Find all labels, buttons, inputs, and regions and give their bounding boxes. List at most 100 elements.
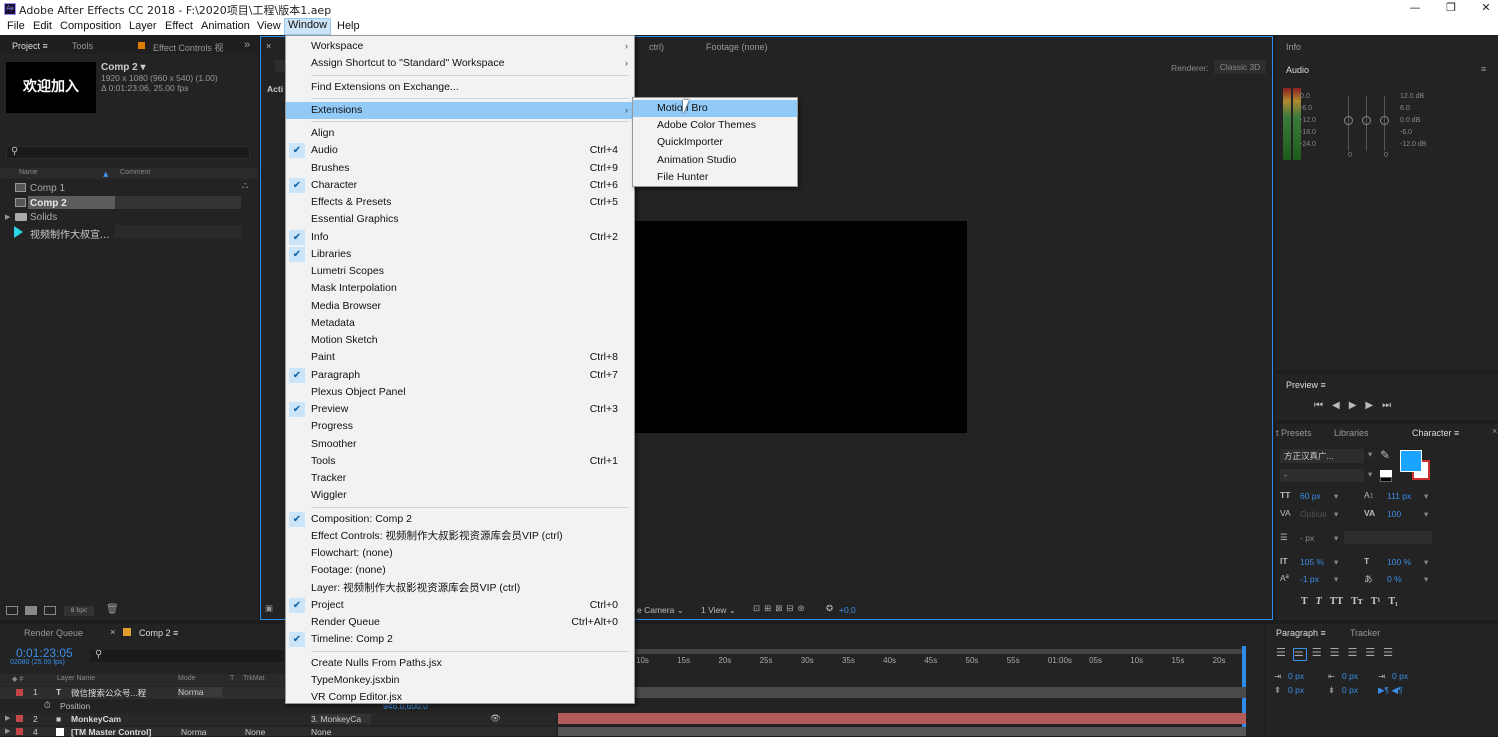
menu-window[interactable]: Window — [284, 18, 332, 35]
layer-label-color[interactable] — [16, 689, 23, 696]
font-style-dropdown[interactable]: - — [1280, 469, 1364, 482]
font-size-value[interactable]: 60 px — [1300, 491, 1321, 501]
stroke-type-dropdown[interactable] — [1344, 531, 1432, 544]
bit-depth-button[interactable]: 8 bpc — [64, 606, 94, 616]
layer-duration-bar[interactable] — [558, 687, 1246, 698]
window-menu-item-paragraph[interactable]: ✔ Paragraph Ctrl+7 — [286, 367, 634, 384]
window-menu-item-mask-interpolation[interactable]: Mask Interpolation — [286, 280, 634, 297]
window-menu-item-typemonkey-jsxbin[interactable]: TypeMonkey.jsxbin — [286, 672, 634, 689]
window-menu-item-footage-none[interactable]: Footage: (none) — [286, 562, 634, 579]
expand-arrow-icon[interactable]: ▶ — [5, 714, 10, 722]
menu-edit[interactable]: Edit — [30, 19, 55, 34]
menu-composition[interactable]: Composition — [57, 19, 124, 34]
menu-view[interactable]: View — [254, 19, 284, 34]
exposure-value[interactable]: +0.0 — [839, 605, 856, 615]
parent-dropdown[interactable]: 3. MonkeyCa — [311, 714, 371, 724]
audio-slider-knob[interactable] — [1344, 116, 1353, 125]
black-swatch[interactable] — [1380, 477, 1392, 482]
window-menu-item-tracker[interactable]: Tracker — [286, 470, 634, 487]
project-item-solids[interactable]: Solids — [30, 212, 57, 223]
window-menu-item-plexus-object-panel[interactable]: Plexus Object Panel — [286, 384, 634, 401]
eyedropper-icon[interactable]: ✎ — [1380, 448, 1390, 462]
tab-project[interactable]: Project ≡ — [12, 41, 48, 51]
audio-slider-knob[interactable] — [1362, 116, 1371, 125]
stopwatch-icon[interactable]: ⏱ — [44, 700, 51, 711]
window-menu-item-timeline-comp-2[interactable]: ✔ Timeline: Comp 2 — [286, 631, 634, 648]
renderer-dropdown[interactable]: Classic 3D — [1214, 60, 1266, 74]
window-menu-item-tools[interactable]: Tools Ctrl+1 — [286, 453, 634, 470]
camera-dropdown[interactable]: e Camera ⌄ — [637, 605, 684, 616]
close-tab-icon[interactable]: × — [266, 41, 271, 51]
extension-item-motion-bro[interactable]: Motion Bro — [633, 100, 797, 117]
window-menu-item-preview[interactable]: ✔ Preview Ctrl+3 — [286, 401, 634, 418]
tab-audio[interactable]: Audio — [1286, 65, 1309, 75]
tab-tracker[interactable]: Tracker — [1350, 628, 1380, 638]
playback-controls[interactable]: ⏮◀▶▶⏭ — [1314, 400, 1400, 411]
window-menu-item-effects-presets[interactable]: Effects & Presets Ctrl+5 — [286, 194, 634, 211]
dropdown-arrow-icon[interactable]: ▾ — [1334, 509, 1338, 520]
layer-name[interactable]: 微信搜索公众号...程 — [71, 687, 146, 699]
window-menu-item-metadata[interactable]: Metadata — [286, 315, 634, 332]
window-menu-item-audio[interactable]: ✔ Audio Ctrl+4 — [286, 142, 634, 159]
window-menu-item-media-browser[interactable]: Media Browser — [286, 298, 634, 315]
tab-render-queue[interactable]: Render Queue — [24, 628, 83, 638]
baseline-shift-value[interactable]: -1 px — [1300, 574, 1319, 584]
window-menu-item-paint[interactable]: Paint Ctrl+8 — [286, 349, 634, 366]
timecode-display[interactable]: 0:01:23:05 — [16, 646, 73, 660]
tab-character[interactable]: Character ≡ — [1412, 428, 1459, 438]
column-comment[interactable]: Comment — [120, 169, 150, 176]
space-before-value[interactable]: 0 px — [1288, 685, 1304, 695]
dropdown-arrow-icon[interactable]: ▾ — [1424, 574, 1428, 585]
layer-duration-bar[interactable] — [558, 713, 1246, 724]
dropdown-arrow-icon[interactable]: ▾ — [1334, 491, 1338, 502]
close-button[interactable]: ✕ — [1476, 1, 1496, 17]
window-menu-item-lumetri-scopes[interactable]: Lumetri Scopes — [286, 263, 634, 280]
close-tab-icon[interactable]: × — [110, 627, 115, 637]
window-menu-item-layer-vip-ctrl[interactable]: Layer: 视频制作大叔影视资源库会员VIP (ctrl) — [286, 580, 634, 597]
menu-file[interactable]: File — [4, 19, 28, 34]
snapshot-icon[interactable]: ▣ — [265, 603, 273, 614]
window-menu-item-info[interactable]: ✔ Info Ctrl+2 — [286, 229, 634, 246]
window-menu-item-find-extensions-on-exchange[interactable]: Find Extensions on Exchange... — [286, 79, 634, 96]
audio-slider-knob[interactable] — [1380, 116, 1389, 125]
timeline-search-input[interactable] — [90, 650, 284, 662]
window-menu-item-vr-comp-editor-jsx[interactable]: VR Comp Editor.jsx — [286, 689, 634, 706]
leading-value[interactable]: 111 px — [1387, 491, 1411, 501]
window-menu-item-assign-shortcut-to-standard-workspace[interactable]: Assign Shortcut to "Standard" Workspace › — [286, 55, 634, 72]
layer-mode-dropdown[interactable]: Norma — [178, 687, 222, 697]
work-area-bar[interactable] — [560, 649, 1244, 654]
visibility-eye-icon[interactable]: 👁 — [490, 713, 501, 724]
panel-overflow-icon[interactable]: » — [244, 39, 250, 51]
text-direction-icons[interactable]: ▶¶ ◀¶ — [1378, 685, 1403, 696]
comp-info-name[interactable]: Comp 2 ▾ — [101, 62, 145, 73]
composition-canvas[interactable] — [634, 221, 967, 433]
kerning-value[interactable]: Optical — [1300, 509, 1326, 519]
window-menu-item-character[interactable]: ✔ Character Ctrl+6 — [286, 177, 634, 194]
tab-paragraph[interactable]: Paragraph ≡ — [1276, 628, 1326, 638]
window-menu-item-render-queue[interactable]: Render Queue Ctrl+Alt+0 — [286, 614, 634, 631]
window-menu-item-project[interactable]: ✔ Project Ctrl+0 — [286, 597, 634, 614]
column-layer-name[interactable]: Layer Name — [57, 675, 95, 682]
flowchart-icon[interactable]: ⛬ — [242, 181, 248, 191]
tab-preview[interactable]: Preview ≡ — [1286, 380, 1326, 390]
font-dropdown-arrow-icon[interactable]: ▾ — [1368, 449, 1372, 460]
stroke-width-value[interactable]: - px — [1300, 533, 1314, 543]
dropdown-arrow-icon[interactable]: ▾ — [1424, 509, 1428, 520]
exposure-icon[interactable]: ✪ — [826, 603, 833, 614]
space-after-value[interactable]: 0 px — [1342, 685, 1358, 695]
column-name[interactable]: Name — [19, 169, 38, 176]
layer-label-color[interactable] — [16, 728, 23, 735]
window-menu-item-workspace[interactable]: Workspace › — [286, 38, 634, 55]
vertical-scale-value[interactable]: 105 % — [1300, 557, 1324, 567]
tab-comp-2[interactable]: Comp 2 ≡ — [139, 628, 178, 638]
window-menu-item-progress[interactable]: Progress — [286, 418, 634, 435]
viewer-toggle-icons[interactable]: ⊡⊞⊠⊟⊛ — [753, 603, 809, 614]
indent-right-value[interactable]: 0 px — [1342, 671, 1358, 681]
window-menu-item-smoother[interactable]: Smoother — [286, 436, 634, 453]
font-family-dropdown[interactable]: 方正汉真广... — [1280, 449, 1364, 463]
window-menu-item-libraries[interactable]: ✔ Libraries — [286, 246, 634, 263]
minimize-button[interactable]: — — [1405, 1, 1425, 17]
dropdown-arrow-icon[interactable]: ▾ — [1334, 574, 1338, 585]
extension-item-adobe-color-themes[interactable]: Adobe Color Themes — [633, 117, 797, 134]
tab-footage[interactable]: Footage (none) — [706, 42, 768, 52]
